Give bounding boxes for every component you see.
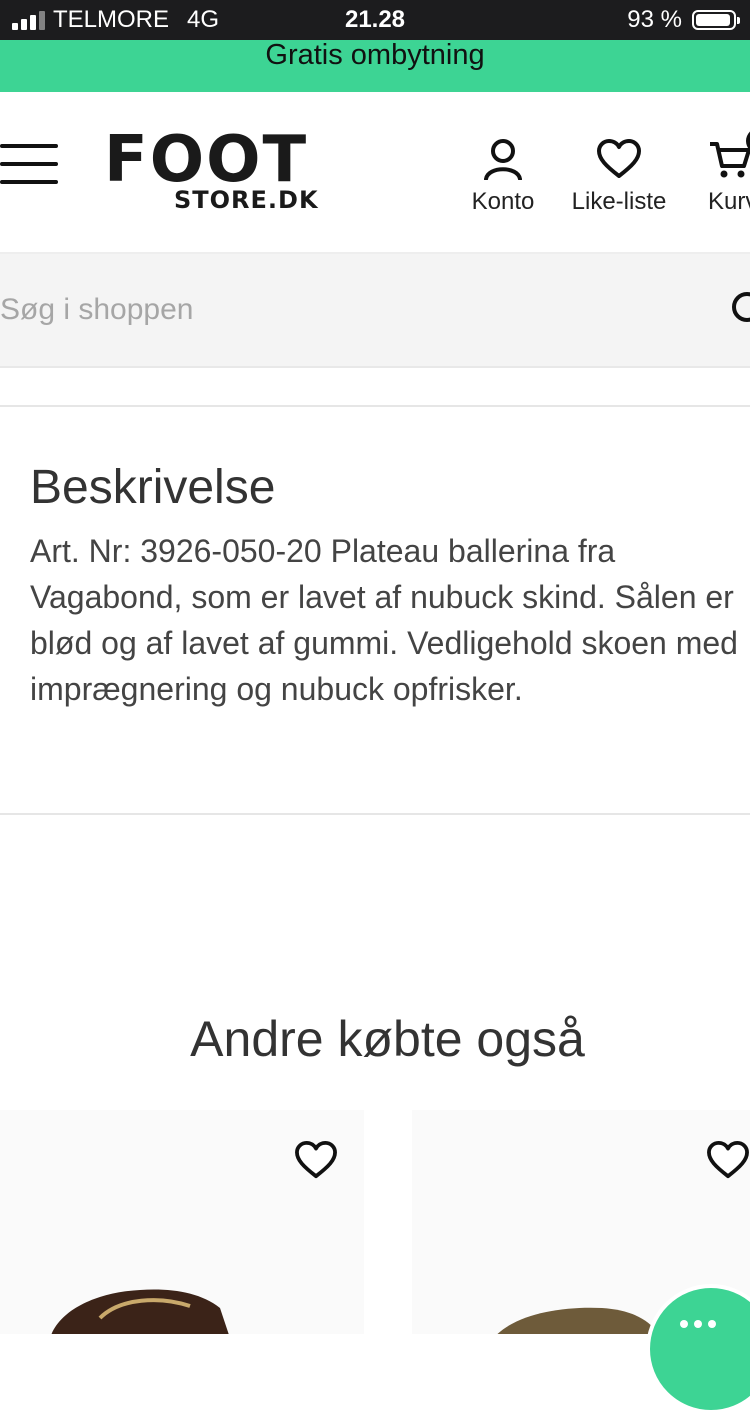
logo-subtext: STORE.DK — [174, 186, 319, 214]
cart-label: Kurv — [708, 188, 750, 215]
wishlist-label: Like-liste — [571, 188, 667, 215]
cart-icon — [710, 142, 750, 178]
promo-text: Gratis ombytning — [265, 39, 485, 71]
site-logo[interactable]: FOOT STORE.DK — [104, 123, 330, 214]
cart-button[interactable]: Kurv — [708, 128, 750, 216]
search-icon[interactable] — [730, 290, 750, 330]
battery-icon — [692, 10, 740, 30]
search-input[interactable] — [0, 284, 700, 336]
wishlist-button[interactable]: Like-liste — [562, 138, 676, 216]
description-text: Art. Nr: 3926-050-20 Plateau ballerina f… — [30, 533, 738, 707]
promo-banner: Gratis ombytning — [0, 40, 750, 92]
site-header: FOOT STORE.DK Konto Like-liste Kurv — [0, 92, 750, 254]
battery-percent: 93 % — [627, 6, 682, 33]
chat-icon — [680, 1320, 716, 1328]
status-bar: TELMORE 4G 21.28 93 % — [0, 0, 750, 40]
logo-wordmark: FOOT — [104, 123, 309, 197]
divider — [0, 405, 750, 407]
menu-icon[interactable] — [0, 144, 58, 184]
product-image — [51, 1289, 229, 1334]
description-heading: Beskrivelse — [30, 461, 276, 514]
product-card[interactable] — [0, 1110, 364, 1334]
divider — [0, 813, 750, 815]
heart-icon — [597, 139, 641, 178]
heart-icon[interactable] — [706, 1140, 750, 1180]
status-right: 93 % — [627, 6, 740, 34]
user-icon — [484, 139, 522, 180]
account-label: Konto — [471, 188, 535, 215]
account-button[interactable]: Konto — [464, 138, 542, 216]
related-products-heading: Andre købte også — [190, 1011, 585, 1067]
heart-icon[interactable] — [294, 1140, 338, 1180]
search-bar — [0, 254, 750, 368]
